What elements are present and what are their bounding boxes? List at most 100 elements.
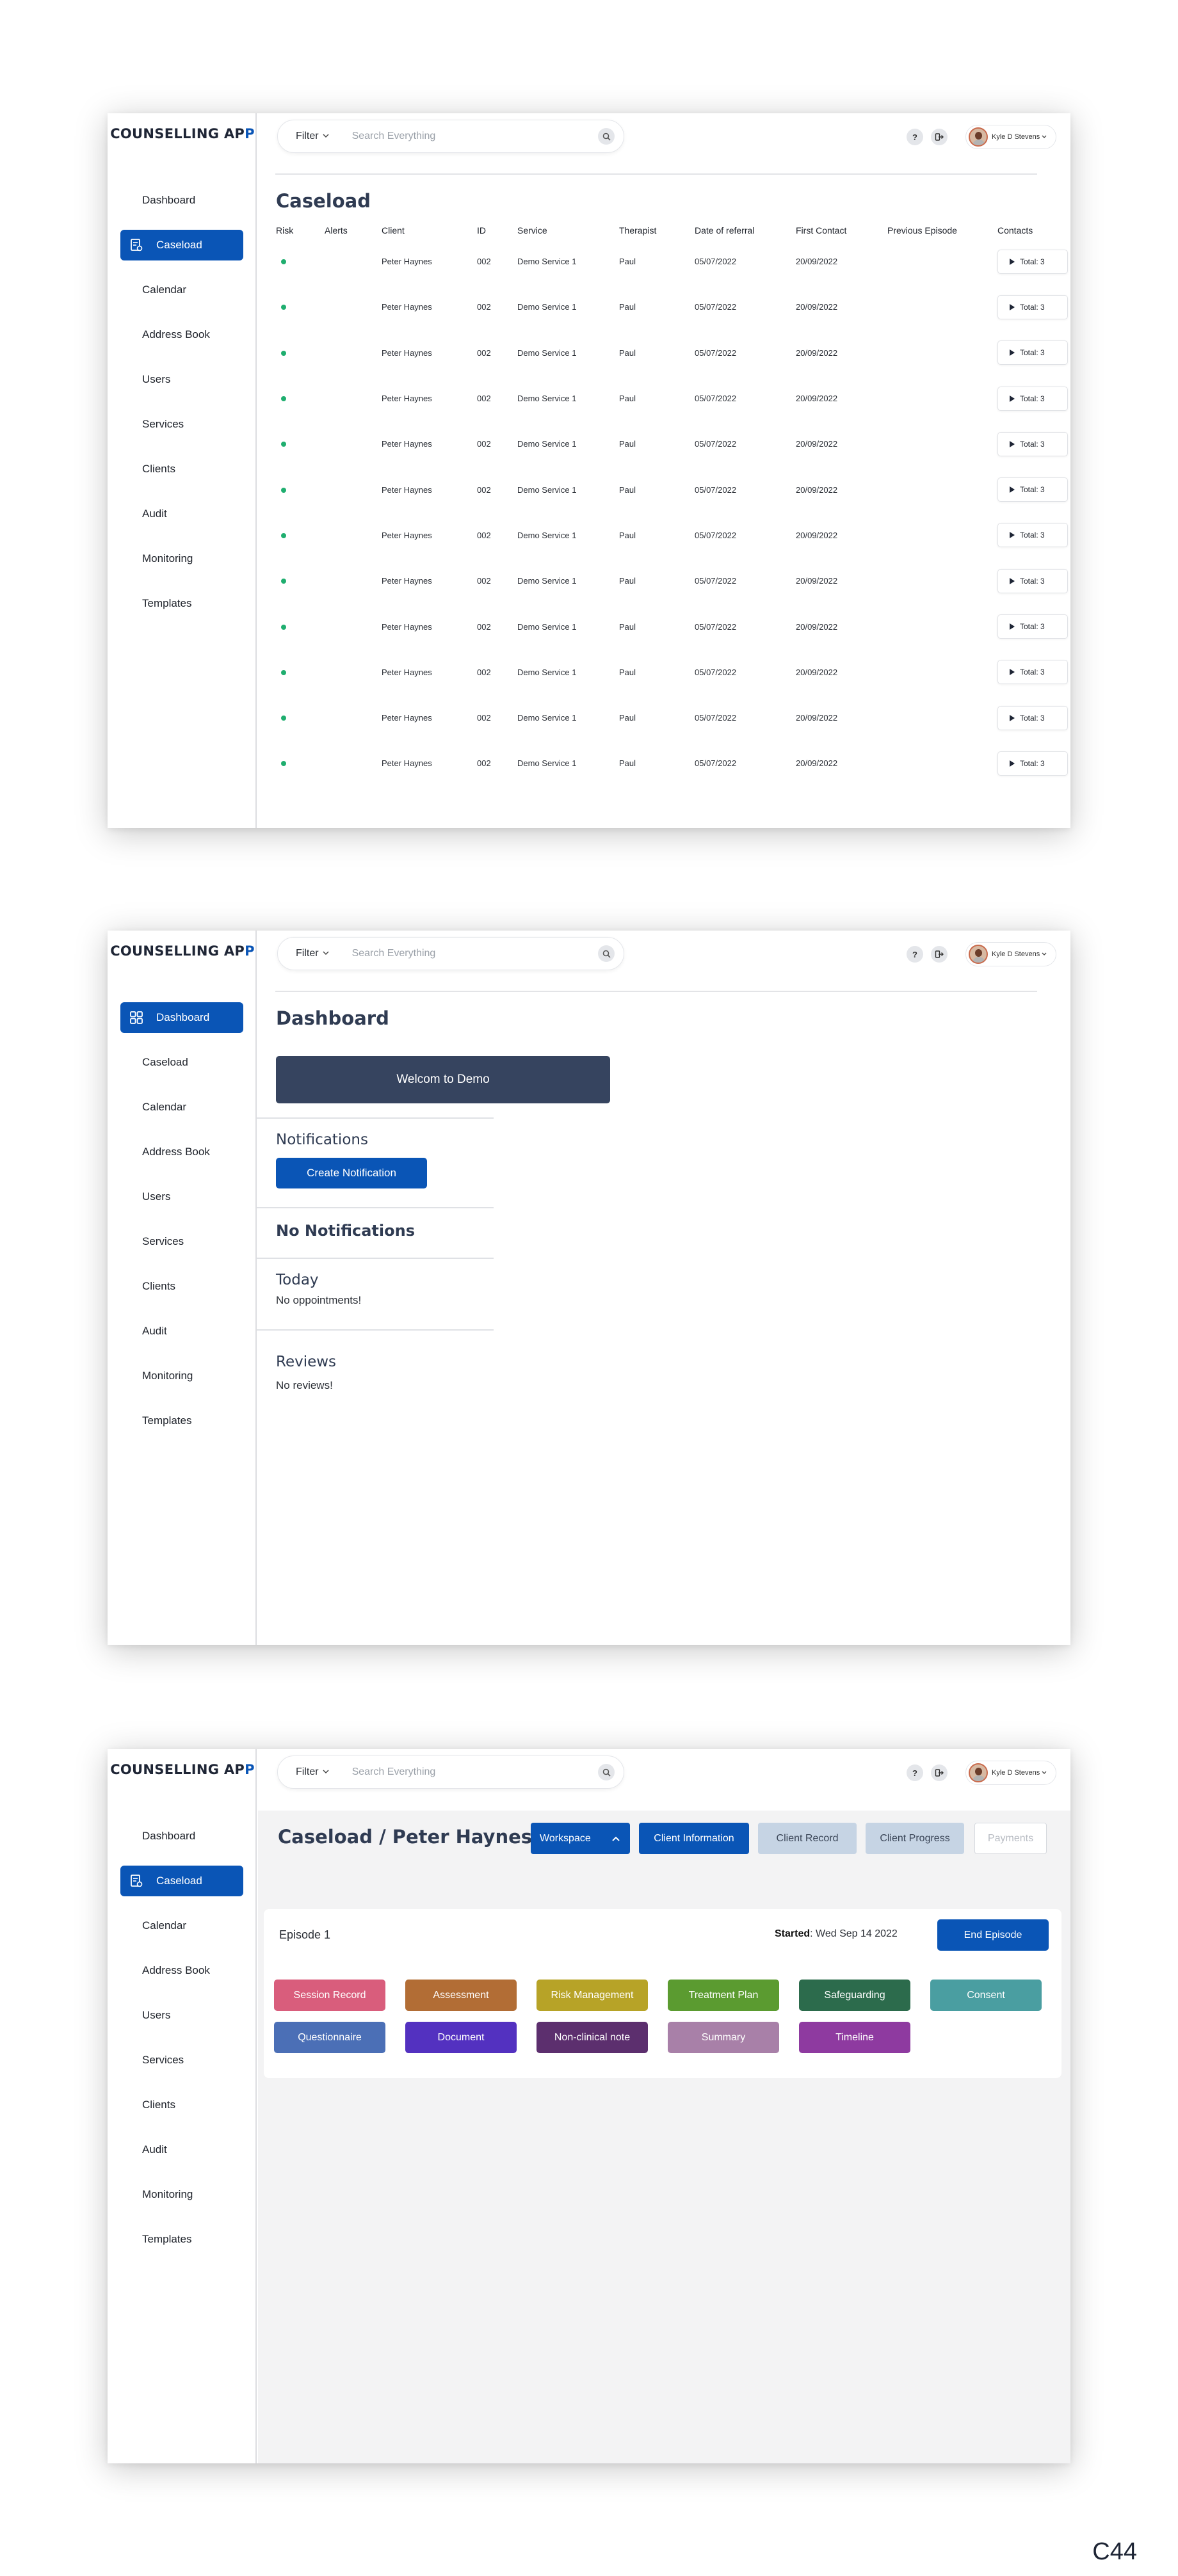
workspace-dropdown[interactable]: Workspace (531, 1823, 630, 1854)
sidebar-item-clients[interactable]: Clients (120, 454, 243, 484)
questionnaire-button[interactable]: Questionnaire (274, 2022, 385, 2053)
app-logo[interactable]: COUNSELLING APP (110, 943, 255, 959)
table-row[interactable]: Peter Haynes 002 Demo Service 1 Paul 05/07/2… (276, 376, 1068, 421)
logout-icon[interactable] (931, 1764, 948, 1781)
app-logo[interactable]: COUNSELLING APP (110, 1762, 255, 1777)
filter-dropdown[interactable]: Filter (296, 131, 329, 142)
sidebar-item-calendar[interactable]: Calendar (120, 1910, 243, 1941)
contacts-button[interactable]: Total: 3 (997, 386, 1068, 411)
sidebar-item-dashboard[interactable]: Dashboard (120, 185, 243, 216)
table-row[interactable]: Peter Haynes 002 Demo Service 1 Paul 05/07/2… (276, 284, 1068, 330)
search-icon[interactable] (598, 128, 615, 145)
timeline-button[interactable]: Timeline (799, 2022, 910, 2053)
sidebar-item-dashboard[interactable]: Dashboard (120, 1002, 243, 1033)
consent-button[interactable]: Consent (930, 1980, 1042, 2011)
table-row[interactable]: Peter Haynes 002 Demo Service 1 Paul 05/07/2… (276, 513, 1068, 558)
sidebar-item-calendar[interactable]: Calendar (120, 275, 243, 305)
contacts-button[interactable]: Total: 3 (997, 249, 1068, 274)
contacts-button[interactable]: Total: 3 (997, 294, 1068, 319)
client-link[interactable]: Peter Haynes (382, 239, 477, 284)
sidebar-item-caseload[interactable]: Caseload (120, 1866, 243, 1896)
sidebar-item-address-book[interactable]: Address Book (120, 319, 243, 350)
sidebar-item-monitoring[interactable]: Monitoring (120, 1361, 243, 1391)
sidebar-item-templates[interactable]: Templates (120, 1405, 243, 1436)
client-link[interactable]: Peter Haynes (382, 650, 477, 695)
contacts-button[interactable]: Total: 3 (997, 340, 1068, 365)
sidebar-item-calendar[interactable]: Calendar (120, 1092, 243, 1123)
client-link[interactable]: Peter Haynes (382, 376, 477, 421)
sidebar-item-services[interactable]: Services (120, 409, 243, 440)
search-input[interactable]: Search Everything (352, 948, 598, 959)
sidebar-item-templates[interactable]: Templates (120, 2224, 243, 2255)
sidebar-item-caseload[interactable]: Caseload (120, 230, 243, 260)
search-icon[interactable] (598, 945, 615, 962)
client-link[interactable]: Peter Haynes (382, 513, 477, 558)
search-input[interactable]: Search Everything (352, 131, 598, 142)
sidebar-item-users[interactable]: Users (120, 1181, 243, 1212)
tab-client-progress[interactable]: Client Progress (866, 1823, 964, 1854)
risk-management-button[interactable]: Risk Management (537, 1980, 648, 2011)
client-link[interactable]: Peter Haynes (382, 284, 477, 330)
table-row[interactable]: Peter Haynes 002 Demo Service 1 Paul 05/07/2… (276, 467, 1068, 512)
end-episode-button[interactable]: End Episode (937, 1919, 1049, 1951)
create-notification-button[interactable]: Create Notification (276, 1158, 427, 1188)
summary-button[interactable]: Summary (668, 2022, 779, 2053)
table-row[interactable]: Peter Haynes 002 Demo Service 1 Paul 05/07/2… (276, 695, 1068, 740)
contacts-button[interactable]: Total: 3 (997, 477, 1068, 502)
session-record-button[interactable]: Session Record (274, 1980, 385, 2011)
contacts-button[interactable]: Total: 3 (997, 431, 1068, 456)
sidebar-item-audit[interactable]: Audit (120, 2134, 243, 2165)
search-input[interactable]: Search Everything (352, 1766, 598, 1778)
table-row[interactable]: Peter Haynes 002 Demo Service 1 Paul 05/07/2… (276, 239, 1068, 284)
sidebar-item-users[interactable]: Users (120, 364, 243, 395)
client-link[interactable]: Peter Haynes (382, 740, 477, 786)
search-icon[interactable] (598, 1764, 615, 1780)
tab-payments[interactable]: Payments (974, 1823, 1047, 1854)
contacts-button[interactable]: Total: 3 (997, 568, 1068, 593)
contacts-button[interactable]: Total: 3 (997, 523, 1068, 548)
client-link[interactable]: Peter Haynes (382, 604, 477, 649)
help-icon[interactable]: ? (907, 1764, 923, 1781)
tab-client-record[interactable]: Client Record (758, 1823, 857, 1854)
table-row[interactable]: Peter Haynes 002 Demo Service 1 Paul 05/07/2… (276, 604, 1068, 649)
client-link[interactable]: Peter Haynes (382, 558, 477, 604)
user-menu[interactable]: Kyle D Stevens (965, 942, 1056, 966)
assessment-button[interactable]: Assessment (405, 1980, 517, 2011)
sidebar-item-clients[interactable]: Clients (120, 2090, 243, 2120)
sidebar-item-services[interactable]: Services (120, 2045, 243, 2076)
filter-dropdown[interactable]: Filter (296, 1766, 329, 1778)
sidebar-item-audit[interactable]: Audit (120, 1316, 243, 1347)
tab-client-information[interactable]: Client Information (639, 1823, 749, 1854)
sidebar-item-caseload[interactable]: Caseload (120, 1047, 243, 1078)
sidebar-item-monitoring[interactable]: Monitoring (120, 543, 243, 574)
sidebar-item-templates[interactable]: Templates (120, 588, 243, 619)
contacts-button[interactable]: Total: 3 (997, 705, 1068, 730)
table-row[interactable]: Peter Haynes 002 Demo Service 1 Paul 05/07/2… (276, 421, 1068, 467)
sidebar-item-users[interactable]: Users (120, 2000, 243, 2031)
sidebar-item-clients[interactable]: Clients (120, 1271, 243, 1302)
contacts-button[interactable]: Total: 3 (997, 660, 1068, 685)
client-link[interactable]: Peter Haynes (382, 695, 477, 740)
sidebar-item-dashboard[interactable]: Dashboard (120, 1821, 243, 1852)
contacts-button[interactable]: Total: 3 (997, 751, 1068, 776)
user-menu[interactable]: Kyle D Stevens (965, 125, 1056, 149)
table-row[interactable]: Peter Haynes 002 Demo Service 1 Paul 05/07/2… (276, 558, 1068, 604)
app-logo[interactable]: COUNSELLING APP (110, 126, 255, 141)
safeguarding-button[interactable]: Safeguarding (799, 1980, 910, 2011)
sidebar-item-address-book[interactable]: Address Book (120, 1955, 243, 1986)
logout-icon[interactable] (931, 946, 948, 963)
client-link[interactable]: Peter Haynes (382, 467, 477, 512)
sidebar-item-monitoring[interactable]: Monitoring (120, 2179, 243, 2210)
filter-dropdown[interactable]: Filter (296, 948, 329, 959)
table-row[interactable]: Peter Haynes 002 Demo Service 1 Paul 05/07/2… (276, 330, 1068, 376)
table-row[interactable]: Peter Haynes 002 Demo Service 1 Paul 05/07/2… (276, 650, 1068, 695)
help-icon[interactable]: ? (907, 946, 923, 963)
document-button[interactable]: Document (405, 2022, 517, 2053)
contacts-button[interactable]: Total: 3 (997, 614, 1068, 639)
sidebar-item-audit[interactable]: Audit (120, 499, 243, 529)
client-link[interactable]: Peter Haynes (382, 421, 477, 467)
sidebar-item-services[interactable]: Services (120, 1226, 243, 1257)
table-row[interactable]: Peter Haynes 002 Demo Service 1 Paul 05/07/2… (276, 740, 1068, 786)
non-clinical-note-button[interactable]: Non-clinical note (537, 2022, 648, 2053)
sidebar-item-address-book[interactable]: Address Book (120, 1137, 243, 1167)
